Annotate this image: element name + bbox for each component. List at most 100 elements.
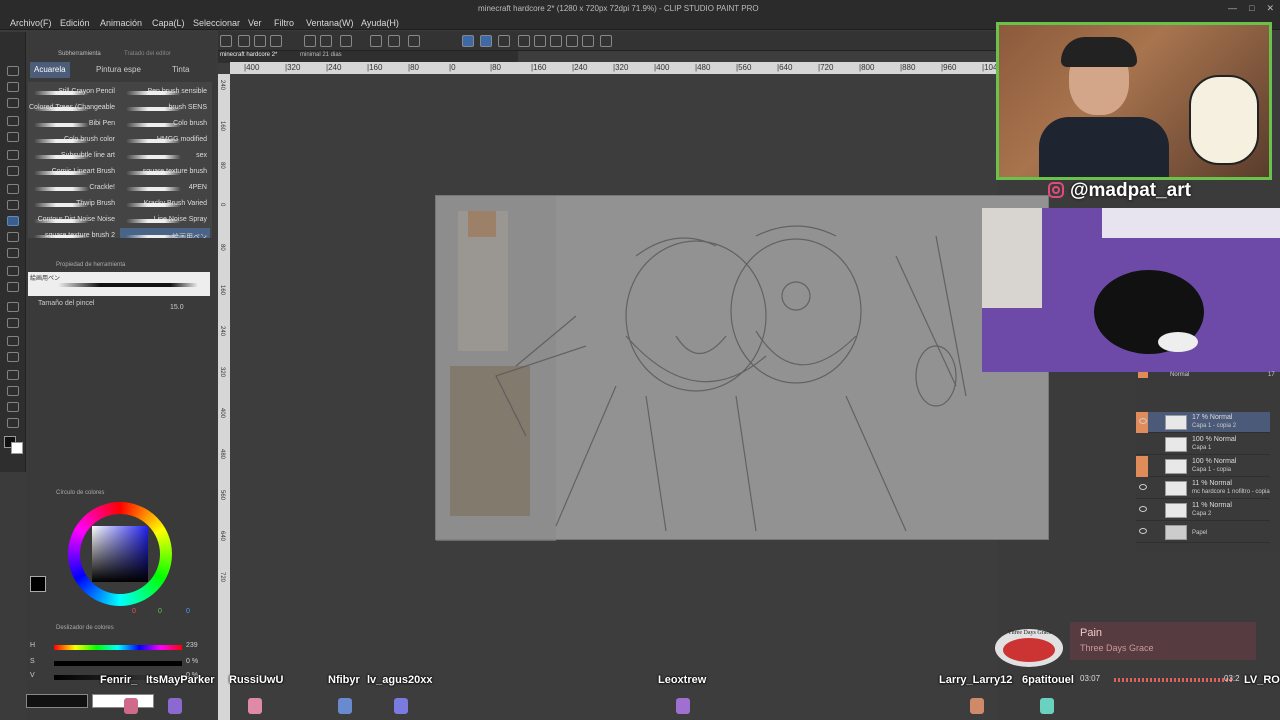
fill-icon[interactable]	[370, 35, 382, 47]
fill-tool-icon[interactable]	[7, 302, 19, 312]
brush-item[interactable]: Bibi Pen	[28, 116, 118, 132]
clear-icon[interactable]	[340, 35, 352, 47]
brush-tool-icon[interactable]	[7, 216, 19, 226]
maximize-button[interactable]: □	[1249, 3, 1254, 14]
tab-pintura-espesa[interactable]: Pintura espe	[92, 62, 145, 78]
layer-opacity-value[interactable]: 17	[1268, 372, 1275, 378]
brush-size-value[interactable]: 15.0	[170, 304, 184, 311]
brush-item[interactable]: Comic Lineart Brush	[28, 164, 118, 180]
zoom-icon[interactable]	[550, 35, 562, 47]
eraser-tool-icon[interactable]	[7, 266, 19, 276]
brush-item[interactable]: square texture brush	[120, 164, 210, 180]
menu-ayuda[interactable]: Ayuda(H)	[361, 18, 399, 28]
eyedropper-tool-icon[interactable]	[7, 166, 19, 176]
blend-mode-select[interactable]: Normal	[1170, 372, 1189, 378]
undo-icon[interactable]	[304, 35, 316, 47]
doc-tab-minimal[interactable]: minimal 21 dias	[300, 52, 342, 58]
blend-tool-icon[interactable]	[7, 282, 19, 292]
crop-icon[interactable]	[408, 35, 420, 47]
brush-item[interactable]: Subsubtle line art	[28, 148, 118, 164]
brush-item[interactable]: 4PEN	[120, 180, 210, 196]
balloon-tool-icon[interactable]	[7, 402, 19, 412]
move-tool-icon[interactable]	[7, 116, 19, 126]
figure-tool-icon[interactable]	[7, 336, 19, 346]
brush-item[interactable]: Kracky Brush Varied	[120, 196, 210, 212]
menu-ver[interactable]: Ver	[248, 18, 262, 28]
lasso-tool-icon[interactable]	[7, 150, 19, 160]
snap-perspective-icon[interactable]	[498, 35, 510, 47]
transform-icon[interactable]	[388, 35, 400, 47]
text-tool-icon[interactable]	[7, 386, 19, 396]
redo-icon[interactable]	[320, 35, 332, 47]
layer-row[interactable]: 11 % Normal mc hardcore 1 nofiltro - cop…	[1136, 478, 1270, 499]
menu-ventana[interactable]: Ventana(W)	[306, 18, 354, 28]
menu-capa[interactable]: Capa(L)	[152, 18, 185, 28]
menu-filtro[interactable]: Filtro	[274, 18, 294, 28]
doc-tab-minecraft[interactable]: minecraft hardcore 2*	[220, 52, 277, 58]
correct-line-tool-icon[interactable]	[7, 418, 19, 428]
minimize-button[interactable]: —	[1228, 3, 1237, 14]
saturation-bar[interactable]	[54, 661, 182, 666]
subtool-header-tab[interactable]: Subherramienta	[58, 51, 101, 57]
hand-tool-icon[interactable]	[7, 82, 19, 92]
canvas-paper[interactable]	[435, 195, 1049, 541]
brush-item[interactable]: Colored Trees (Changeable	[28, 100, 118, 116]
brush-item[interactable]: Line Noise Spray	[120, 212, 210, 228]
panel-icon[interactable]	[600, 35, 612, 47]
close-button[interactable]: ✕	[1266, 3, 1274, 14]
zoom-tool-icon[interactable]	[7, 66, 19, 76]
saturation-value-box[interactable]	[92, 526, 148, 582]
layer-row[interactable]: 17 % Normal Capa 1 - copia 2	[1136, 412, 1270, 433]
tab-acuarela[interactable]: Acuarela	[30, 62, 70, 78]
color-set-black[interactable]	[26, 694, 88, 708]
flip-icon[interactable]	[534, 35, 546, 47]
new-file-icon[interactable]	[220, 35, 232, 47]
menu-archivo[interactable]: Archivo(F)	[10, 18, 52, 28]
ruler-tool-icon[interactable]	[7, 370, 19, 380]
pencil-tool-icon[interactable]	[7, 200, 19, 210]
layer-row-paper[interactable]: Papel	[1136, 522, 1270, 543]
brush-item[interactable]: Colo brush color	[28, 132, 118, 148]
sub-color-swatch[interactable]	[11, 442, 23, 454]
snap-ruler-icon[interactable]	[462, 35, 474, 47]
editor-tab[interactable]: Tratado del editor	[124, 51, 171, 57]
export-icon[interactable]	[270, 35, 282, 47]
brush-item[interactable]: Still Crayon Pencil	[28, 84, 118, 100]
menu-animacion[interactable]: Animación	[100, 18, 142, 28]
eye-icon[interactable]	[1139, 418, 1147, 424]
save-icon[interactable]	[254, 35, 266, 47]
open-file-icon[interactable]	[238, 35, 250, 47]
color-set-white[interactable]	[92, 694, 154, 708]
rotate-tool-icon[interactable]	[7, 98, 19, 108]
frame-tool-icon[interactable]	[7, 352, 19, 362]
fit-icon[interactable]	[582, 35, 594, 47]
menu-edicion[interactable]: Edición	[60, 18, 90, 28]
tab-tinta[interactable]: Tinta	[168, 62, 194, 78]
brush-item[interactable]: Contour Dirt Noise Noise	[28, 212, 118, 228]
hue-bar[interactable]	[54, 645, 182, 650]
brush-item[interactable]: Pen brush sensible	[120, 84, 210, 100]
current-color-swatch[interactable]	[30, 576, 46, 592]
hue-slider[interactable]: H 239	[30, 642, 212, 652]
layer-row[interactable]: 11 % Normal Capa 2	[1136, 500, 1270, 521]
eye-icon[interactable]	[1139, 528, 1147, 534]
layer-row[interactable]: 100 % Normal Capa 1	[1136, 434, 1270, 455]
snap-grid-icon[interactable]	[480, 35, 492, 47]
brush-item[interactable]: Colo brush	[120, 116, 210, 132]
gradient-tool-icon[interactable]	[7, 318, 19, 328]
brush-item[interactable]: sex	[120, 148, 210, 164]
pen-tool-icon[interactable]	[7, 184, 19, 194]
airbrush-tool-icon[interactable]	[7, 232, 19, 242]
layer-row[interactable]: 100 % Normal Capa 1 - copia	[1136, 456, 1270, 477]
saturation-slider[interactable]: S 0 %	[30, 658, 212, 668]
brush-item[interactable]: brush SENS	[120, 100, 210, 116]
brush-item[interactable]: square texture brush 2	[28, 228, 118, 238]
menu-seleccionar[interactable]: Seleccionar	[193, 18, 240, 28]
brush-item[interactable]: Crackle!	[28, 180, 118, 196]
select-tool-icon[interactable]	[7, 132, 19, 142]
eye-icon[interactable]	[1139, 484, 1147, 490]
brush-item-selected[interactable]: 絵画用ペン	[120, 228, 210, 238]
decoration-tool-icon[interactable]	[7, 248, 19, 258]
eye-icon[interactable]	[1139, 506, 1147, 512]
rotate-icon[interactable]	[518, 35, 530, 47]
